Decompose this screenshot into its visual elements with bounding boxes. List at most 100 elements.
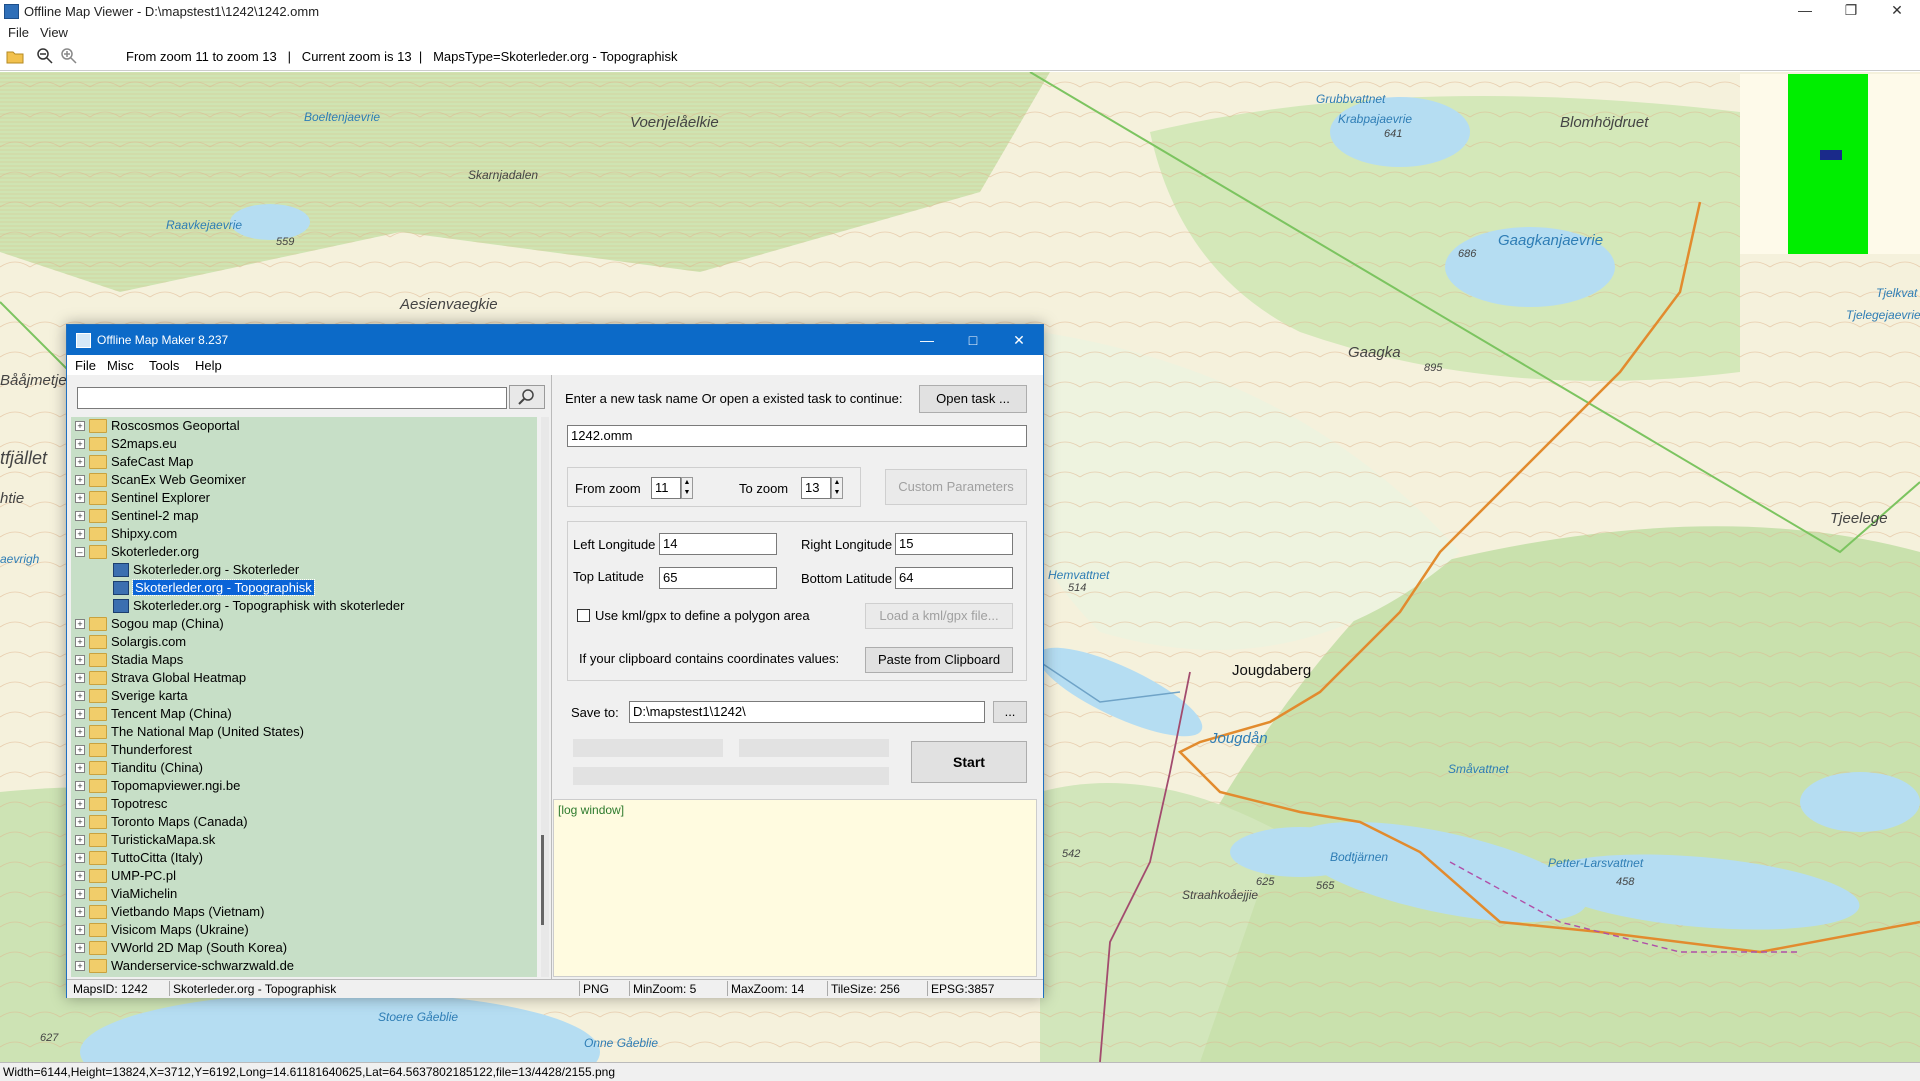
log-window[interactable]: [log window] (553, 799, 1037, 977)
top-latitude-input[interactable]: 65 (659, 567, 777, 589)
expand-icon[interactable]: + (75, 421, 85, 431)
expand-icon[interactable]: + (75, 745, 85, 755)
expand-icon[interactable]: + (75, 439, 85, 449)
window-title: Offline Map Viewer - D:\mapstest1\1242\1… (24, 4, 320, 19)
menu-view[interactable]: View (40, 25, 68, 40)
to-zoom-input[interactable]: 13 (801, 477, 831, 499)
tree-item-label: Topomapviewer.ngi.be (111, 778, 241, 793)
tree-item-label: VWorld 2D Map (South Korea) (111, 940, 288, 955)
from-zoom-input[interactable]: 11 (651, 477, 681, 499)
close-button[interactable]: ✕ (1874, 0, 1920, 22)
custom-parameters-button[interactable]: Custom Parameters (885, 469, 1027, 505)
expand-icon[interactable]: + (75, 673, 85, 683)
open-task-button[interactable]: Open task ... (919, 385, 1027, 413)
dialog-minimize-button[interactable]: — (907, 329, 947, 351)
expand-icon[interactable]: + (75, 457, 85, 467)
right-longitude-input[interactable]: 15 (895, 533, 1013, 555)
maps-tree[interactable]: + Roscosmos Geoportal + S2maps.eu + SafeCast … (71, 417, 537, 977)
task-name-input[interactable]: 1242.omm (567, 425, 1027, 447)
kml-checkbox[interactable] (577, 609, 590, 622)
maps-panel: + Roscosmos Geoportal + S2maps.eu + SafeCast … (67, 375, 552, 979)
folder-icon (89, 815, 107, 829)
expand-icon[interactable]: + (75, 727, 85, 737)
search-button[interactable] (509, 385, 545, 409)
map-label: Blomhöjdruet (1560, 114, 1649, 131)
map-search-input[interactable] (77, 387, 507, 409)
dialog-menu-help[interactable]: Help (195, 358, 222, 373)
minimize-button[interactable]: — (1782, 0, 1828, 22)
expand-icon[interactable]: + (75, 799, 85, 809)
expand-icon[interactable]: + (75, 835, 85, 845)
tree-scrollbar-thumb[interactable] (541, 835, 544, 925)
menu-file[interactable]: File (8, 25, 29, 40)
map-label: 514 (1068, 582, 1087, 594)
tree-item-label: Shipxy.com (111, 526, 178, 541)
expand-icon[interactable]: + (75, 853, 85, 863)
status-format: PNG (583, 982, 610, 996)
map-label: 895 (1424, 362, 1443, 374)
folder-icon (89, 959, 107, 973)
dialog-menu-tools[interactable]: Tools (149, 358, 179, 373)
dialog-close-button[interactable]: ✕ (999, 329, 1039, 351)
folder-icon (89, 707, 107, 721)
tree-item-label: Stadia Maps (111, 652, 184, 667)
expand-icon[interactable]: + (75, 655, 85, 665)
bottom-latitude-input[interactable]: 64 (895, 567, 1013, 589)
map-label: Småvattnet (1448, 762, 1509, 776)
tree-item-label: UMP-PC.pl (111, 868, 177, 883)
expand-icon[interactable]: + (75, 511, 85, 521)
dialog-menu-file[interactable]: File (75, 358, 96, 373)
to-zoom-spinner[interactable]: ▲ ▼ (831, 477, 843, 499)
expand-icon[interactable]: + (75, 925, 85, 935)
folder-icon (89, 419, 107, 433)
open-folder-icon[interactable] (6, 47, 24, 65)
folder-icon (89, 527, 107, 541)
tree-item-label: SafeCast Map (111, 454, 194, 469)
map-layer-icon (113, 599, 129, 613)
expand-icon[interactable]: + (75, 943, 85, 953)
from-zoom-spinner[interactable]: ▲ ▼ (681, 477, 693, 499)
minimap-viewport[interactable] (1820, 150, 1842, 160)
save-path-input[interactable]: D:\mapstest1\1242\ (629, 701, 985, 723)
browse-button[interactable]: ... (993, 701, 1027, 723)
expand-icon[interactable]: + (75, 529, 85, 539)
zoom-out-icon[interactable] (36, 47, 54, 65)
map-label: 627 (40, 1032, 59, 1044)
expand-icon[interactable]: + (75, 817, 85, 827)
map-label: Jougdån (1210, 730, 1268, 747)
dialog-statusbar: MapsID: 1242 Skoterleder.org - Topograph… (67, 979, 1043, 998)
load-kml-button[interactable]: Load a kml/gpx file... (865, 603, 1013, 629)
expand-icon[interactable]: + (75, 691, 85, 701)
expand-icon[interactable]: + (75, 475, 85, 485)
folder-icon (89, 617, 107, 631)
dialog-maximize-button[interactable]: □ (953, 329, 993, 351)
progress-bar-1 (573, 739, 723, 757)
expand-icon[interactable]: + (75, 907, 85, 917)
map-label: Boeltenjaevrie (304, 110, 381, 124)
folder-icon (89, 725, 107, 739)
expand-icon[interactable]: + (75, 781, 85, 791)
expand-icon[interactable]: + (75, 763, 85, 773)
expand-icon[interactable]: + (75, 961, 85, 971)
paste-from-clipboard-button[interactable]: Paste from Clipboard (865, 647, 1013, 673)
restore-button[interactable]: ❐ (1828, 0, 1874, 22)
status-map-name: Skoterleder.org - Topographisk (173, 982, 337, 996)
tree-item-label: TuttoCitta (Italy) (111, 850, 203, 865)
expand-icon[interactable]: + (75, 493, 85, 503)
zoom-in-icon[interactable] (60, 47, 78, 65)
progress-bar-2 (739, 739, 889, 757)
left-longitude-input[interactable]: 14 (659, 533, 777, 555)
dialog-menu-misc[interactable]: Misc (107, 358, 134, 373)
collapse-icon[interactable]: – (75, 547, 85, 557)
expand-icon[interactable]: + (75, 871, 85, 881)
expand-icon[interactable]: + (75, 889, 85, 899)
minimap[interactable] (1740, 74, 1920, 254)
expand-icon[interactable]: + (75, 619, 85, 629)
expand-icon[interactable]: + (75, 709, 85, 719)
tree-item-label: Strava Global Heatmap (111, 670, 247, 685)
folder-icon (89, 455, 107, 469)
start-button[interactable]: Start (911, 741, 1027, 783)
map-label: Gaagka (1348, 344, 1401, 361)
folder-icon (89, 689, 107, 703)
expand-icon[interactable]: + (75, 637, 85, 647)
